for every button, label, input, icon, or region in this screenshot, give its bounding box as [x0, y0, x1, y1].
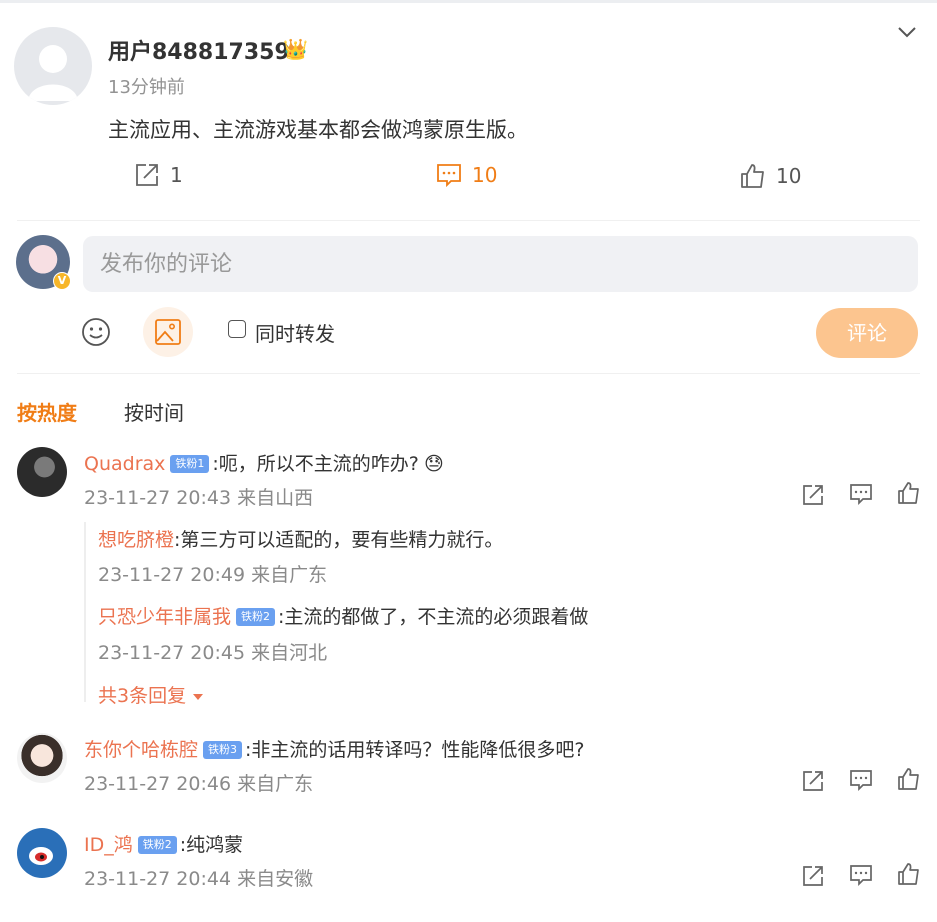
commenter-avatar[interactable]	[17, 447, 67, 497]
reply-text: :第三方可以适配的，要有些精力就行。	[174, 529, 504, 551]
reply-line: 只恐少年非属我 铁粉2:主流的都做了，不主流的必须跟着做	[98, 602, 588, 629]
comment-text: :非主流的话用转译吗？性能降低很多吧?	[245, 739, 585, 761]
top-border	[0, 0, 937, 3]
repost-count: 1	[170, 163, 183, 187]
like-button[interactable]: 10	[740, 163, 801, 189]
thumbs-up-icon[interactable]	[897, 862, 921, 886]
reply-thread-bar	[84, 522, 86, 702]
comment-icon[interactable]	[849, 482, 873, 506]
fan-badge: 铁粉2	[236, 608, 276, 626]
repost-checkbox-label[interactable]: 同时转发	[255, 318, 335, 347]
divider	[17, 373, 920, 374]
comment-meta: 23-11-27 20:46 来自广东	[84, 773, 314, 795]
reply-text: :主流的都做了，不主流的必须跟着做	[278, 606, 589, 628]
comment-icon[interactable]	[849, 768, 873, 792]
post-time: 13分钟前	[108, 77, 185, 98]
commenter-name[interactable]: Quadrax	[84, 453, 165, 475]
thumbs-up-icon[interactable]	[897, 481, 921, 505]
submit-comment-button[interactable]: 评论	[816, 308, 918, 358]
author-avatar[interactable]	[14, 27, 92, 105]
reply-meta: 23-11-27 20:45 来自河北	[98, 642, 328, 664]
thumbs-up-icon	[741, 164, 764, 188]
reply-line: 想吃脐橙:第三方可以适配的，要有些精力就行。	[98, 525, 503, 552]
comment-button[interactable]: 10	[436, 162, 497, 188]
comment-line: Quadrax 铁粉1:呃，所以不主流的咋办? 😓	[84, 449, 444, 476]
comment-count: 10	[472, 163, 498, 187]
like-count: 10	[776, 164, 802, 188]
tab-sort-time[interactable]: 按时间	[124, 397, 184, 426]
commenter-name[interactable]: 东你个哈栋腔	[84, 739, 198, 761]
more-replies-link[interactable]: 共3条回复	[98, 681, 204, 708]
replier-name[interactable]: 想吃脐橙	[98, 529, 174, 551]
fan-badge: 铁粉2	[137, 836, 177, 854]
commenter-avatar[interactable]	[17, 733, 67, 783]
repost-button[interactable]: 1	[134, 162, 183, 188]
more-replies-label: 共3条回复	[98, 685, 187, 707]
reply-meta: 23-11-27 20:49 来自广东	[98, 564, 328, 586]
verified-badge-icon: V	[53, 272, 71, 290]
commenter-avatar[interactable]	[17, 828, 67, 878]
share-icon	[136, 164, 158, 186]
thumbs-up-icon[interactable]	[897, 767, 921, 791]
share-icon[interactable]	[801, 864, 825, 888]
image-icon	[155, 319, 181, 345]
image-upload-button[interactable]	[143, 307, 193, 357]
caret-down-icon	[193, 694, 204, 700]
comment-input[interactable]	[83, 236, 918, 292]
fan-badge: 铁粉3	[203, 741, 243, 759]
divider	[17, 220, 920, 221]
sweat-emoji-icon: 😓	[424, 453, 444, 475]
comment-text: :呃，所以不主流的咋办?	[212, 453, 419, 475]
fan-badge: 铁粉1	[170, 455, 210, 473]
chevron-down-icon[interactable]	[896, 22, 918, 42]
commenter-name[interactable]: ID_鸿	[84, 834, 133, 856]
comment-text: :纯鸿蒙	[179, 834, 244, 856]
comment-line: ID_鸿 铁粉2:纯鸿蒙	[84, 830, 243, 857]
comment-icon	[437, 164, 461, 188]
repost-checkbox[interactable]	[228, 320, 246, 338]
comment-icon[interactable]	[849, 863, 873, 887]
comment-meta: 23-11-27 20:44 来自安徽	[84, 868, 314, 890]
emoji-icon[interactable]	[81, 317, 111, 347]
comment-meta: 23-11-27 20:43 来自山西	[84, 487, 314, 509]
share-icon[interactable]	[801, 483, 825, 507]
post-text: 主流应用、主流游戏基本都会做鸿蒙原生版。	[108, 118, 528, 142]
crown-icon: 👑	[283, 37, 308, 61]
share-icon[interactable]	[801, 769, 825, 793]
replier-name[interactable]: 只恐少年非属我	[98, 606, 231, 628]
author-name[interactable]: 用户848817359	[108, 34, 290, 66]
comment-line: 东你个哈栋腔 铁粉3:非主流的话用转译吗？性能降低很多吧?	[84, 735, 585, 762]
tab-sort-hot[interactable]: 按热度	[17, 397, 77, 426]
